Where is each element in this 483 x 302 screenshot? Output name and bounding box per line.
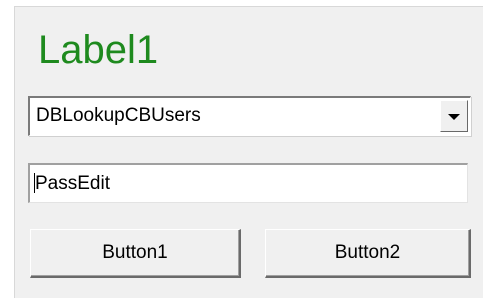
combobox-value: DBLookupCBUsers: [36, 105, 201, 126]
button1[interactable]: Button1: [30, 229, 241, 278]
edit-value: PassEdit: [35, 173, 110, 194]
users-lookup-combobox[interactable]: DBLookupCBUsers: [28, 96, 471, 136]
button2[interactable]: Button2: [265, 229, 471, 278]
label1: Label1: [38, 28, 159, 72]
chevron-down-icon: [448, 114, 460, 120]
combobox-dropdown-button[interactable]: [440, 100, 468, 132]
edit-text-content: PassEdit: [34, 172, 110, 196]
password-edit[interactable]: PassEdit: [28, 163, 468, 203]
